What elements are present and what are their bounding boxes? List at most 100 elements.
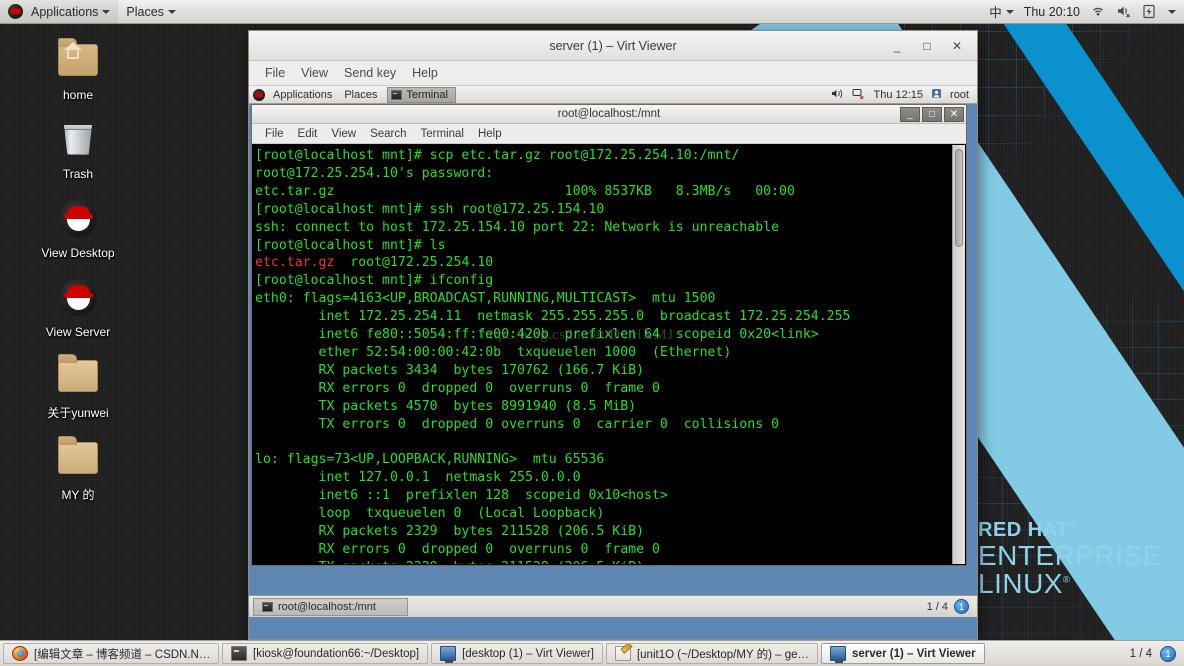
chevron-down-icon (167, 9, 176, 14)
network-disconnected-icon[interactable] (852, 88, 865, 102)
terminal-output[interactable]: [root@localhost mnt]# scp etc.tar.gz roo… (253, 145, 952, 564)
volume-icon[interactable] (831, 88, 844, 102)
gedit-icon (614, 646, 631, 661)
desktop-icon-home[interactable]: home (24, 36, 132, 102)
desktop-icon-trash[interactable]: Trash (24, 115, 132, 181)
desktop-icon-label: MY 的 (61, 488, 95, 502)
terminal-line: inet 127.0.0.1 netmask 255.0.0.0 (255, 470, 581, 486)
menu-file[interactable]: File (257, 61, 293, 85)
desktop-icon-guanyu-yunwei[interactable]: 关于yunwei (24, 352, 132, 421)
host-menu-places-label: Places (126, 4, 164, 19)
guest-tray: Thu 12:15 root (831, 88, 977, 102)
terminal-scrollbar-thumb[interactable] (955, 149, 963, 247)
chevron-down-icon (1005, 9, 1014, 14)
virt-viewer-window[interactable]: server (1) – Virt Viewer _ □ ✕ File View… (248, 30, 978, 640)
terminal-line: [root@localhost mnt]# ssh root@172.25.15… (255, 201, 605, 217)
taskbar-button-label: server (1) – Virt Viewer (852, 647, 976, 660)
terminal-line: RX errors 0 dropped 0 overruns 0 frame 0 (255, 541, 660, 557)
rhel-wallpaper-logo: RED HAT® ENTERPRISE LINUX® (978, 520, 1162, 598)
taskbar-button-gedit[interactable]: [unit1O (~/Desktop/MY 的) – ge… (605, 643, 819, 664)
terminal-scrollbar[interactable] (952, 145, 965, 564)
desktop-icon-view-server[interactable]: View Server (24, 273, 132, 339)
terminal-line: root@172.25.254.10's password: (255, 165, 494, 181)
virt-viewer-title: server (1) – Virt Viewer (549, 38, 677, 53)
chevron-down-icon[interactable] (1168, 9, 1176, 14)
terminal-line: inet6 fe80::5054:ff:fe00:420b prefixlen … (255, 327, 819, 343)
desktop-icon-label: home (62, 88, 94, 102)
terminal-menu-help[interactable]: Help (471, 128, 509, 140)
taskbar-button-label: [desktop (1) – Virt Viewer] (462, 647, 594, 660)
close-button[interactable]: ✕ (951, 39, 963, 53)
chevron-down-icon (102, 9, 111, 14)
terminal-line: ether 52:54:00:00:42:0b txqueuelen 1000 … (255, 344, 732, 360)
taskbar-button-label: [编辑文章 – 博客频道 – CSDN.N… (34, 648, 211, 661)
host-top-panel: Applications Places 中 Thu 20:10 (0, 0, 1184, 24)
host-menu-applications-label: Applications (31, 4, 99, 19)
maximize-button[interactable]: □ (921, 39, 933, 53)
terminal-line: etc.tar.gz 100% 8537KB 8.3MB/s 00:00 (255, 183, 795, 199)
wifi-icon[interactable] (1090, 4, 1106, 19)
desktop-icon-label: Trash (62, 167, 94, 181)
rhel-logo-line3: LINUX (978, 568, 1063, 599)
guest-display[interactable]: Applications Places Terminal Thu 12:15 r… (249, 86, 977, 639)
guest-workspace-indicator[interactable]: 1 (954, 599, 969, 614)
input-method-indicator[interactable]: 中 (989, 2, 1014, 21)
redhat-shadowman-icon (53, 273, 103, 321)
taskbar-button-label: [kiosk@foundation66:~/Desktop] (253, 647, 420, 660)
guest-taskbar-item-terminal[interactable]: root@localhost:/mnt (253, 597, 408, 616)
terminal-close-button[interactable]: ✕ (944, 107, 964, 122)
host-workspace-indicator[interactable]: 1 (1160, 645, 1176, 662)
host-workspace-switcher: 1 / 4 1 (1129, 645, 1181, 662)
terminal-icon (391, 89, 403, 100)
virt-viewer-titlebar[interactable]: server (1) – Virt Viewer _ □ ✕ (249, 31, 977, 61)
terminal-menu-terminal[interactable]: Terminal (414, 128, 471, 140)
host-menu-applications[interactable]: Applications (0, 0, 119, 23)
terminal-body[interactable]: [root@localhost mnt]# scp etc.tar.gz roo… (252, 144, 966, 565)
firefox-icon (12, 646, 28, 661)
terminal-title: root@localhost:/mnt (557, 108, 661, 120)
volume-muted-icon[interactable] (1116, 4, 1132, 19)
menu-help[interactable]: Help (404, 61, 446, 85)
guest-user-label[interactable]: root (950, 89, 969, 101)
terminal-window[interactable]: root@localhost:/mnt _ □ ✕ File Edit View… (251, 104, 967, 566)
terminal-line: [root@localhost mnt]# ls (255, 237, 446, 253)
terminal-line: TX errors 0 dropped 0 overruns 0 carrier… (255, 416, 780, 432)
taskbar-button-firefox[interactable]: [编辑文章 – 博客频道 – CSDN.N… (3, 643, 219, 664)
guest-menu-applications[interactable]: Applications (267, 89, 338, 101)
guest-clock[interactable]: Thu 12:15 (873, 89, 923, 101)
guest-top-panel: Applications Places Terminal Thu 12:15 r… (249, 86, 977, 104)
guest-workspace-count: 1 / 4 (926, 600, 948, 613)
guest-menu-places[interactable]: Places (338, 89, 383, 101)
guest-taskbar-terminal-label: Terminal (406, 88, 448, 101)
terminal-line: ssh: connect to host 172.25.154.10 port … (255, 219, 780, 235)
terminal-menu-search[interactable]: Search (363, 128, 413, 140)
desktop-screen: RED HAT® ENTERPRISE LINUX® Applications … (0, 0, 1184, 666)
taskbar-button-server-virt-viewer[interactable]: server (1) – Virt Viewer (821, 643, 985, 664)
redhat-shadowman-icon (53, 194, 103, 242)
terminal-minimize-button[interactable]: _ (900, 107, 920, 122)
terminal-icon (231, 646, 247, 661)
terminal-menu-edit[interactable]: Edit (291, 128, 325, 140)
desktop-icon-my-de[interactable]: MY 的 (24, 434, 132, 503)
terminal-maximize-button[interactable]: □ (922, 107, 942, 122)
host-workspace-count: 1 / 4 (1129, 647, 1152, 660)
host-clock[interactable]: Thu 20:10 (1024, 5, 1080, 19)
menu-send-key[interactable]: Send key (336, 61, 404, 85)
taskbar-button-desktop-virt-viewer[interactable]: [desktop (1) – Virt Viewer] (431, 643, 603, 664)
menu-view[interactable]: View (293, 61, 336, 85)
home-folder-icon (53, 36, 103, 84)
terminal-titlebar[interactable]: root@localhost:/mnt _ □ ✕ (252, 105, 966, 124)
redhat-icon (253, 88, 265, 101)
guest-taskbar-terminal[interactable]: Terminal (387, 86, 456, 103)
terminal-menu-file[interactable]: File (258, 128, 291, 140)
terminal-menu-view[interactable]: View (324, 128, 363, 140)
desktop-icon-view-desktop[interactable]: View Desktop (24, 194, 132, 260)
battery-icon[interactable] (1142, 4, 1158, 19)
taskbar-button-kiosk-terminal[interactable]: [kiosk@foundation66:~/Desktop] (222, 643, 429, 664)
user-icon (931, 88, 942, 102)
trash-icon (53, 115, 103, 163)
minimize-button[interactable]: _ (891, 39, 903, 53)
redhat-icon (8, 4, 23, 19)
host-menu-places[interactable]: Places (118, 0, 184, 23)
